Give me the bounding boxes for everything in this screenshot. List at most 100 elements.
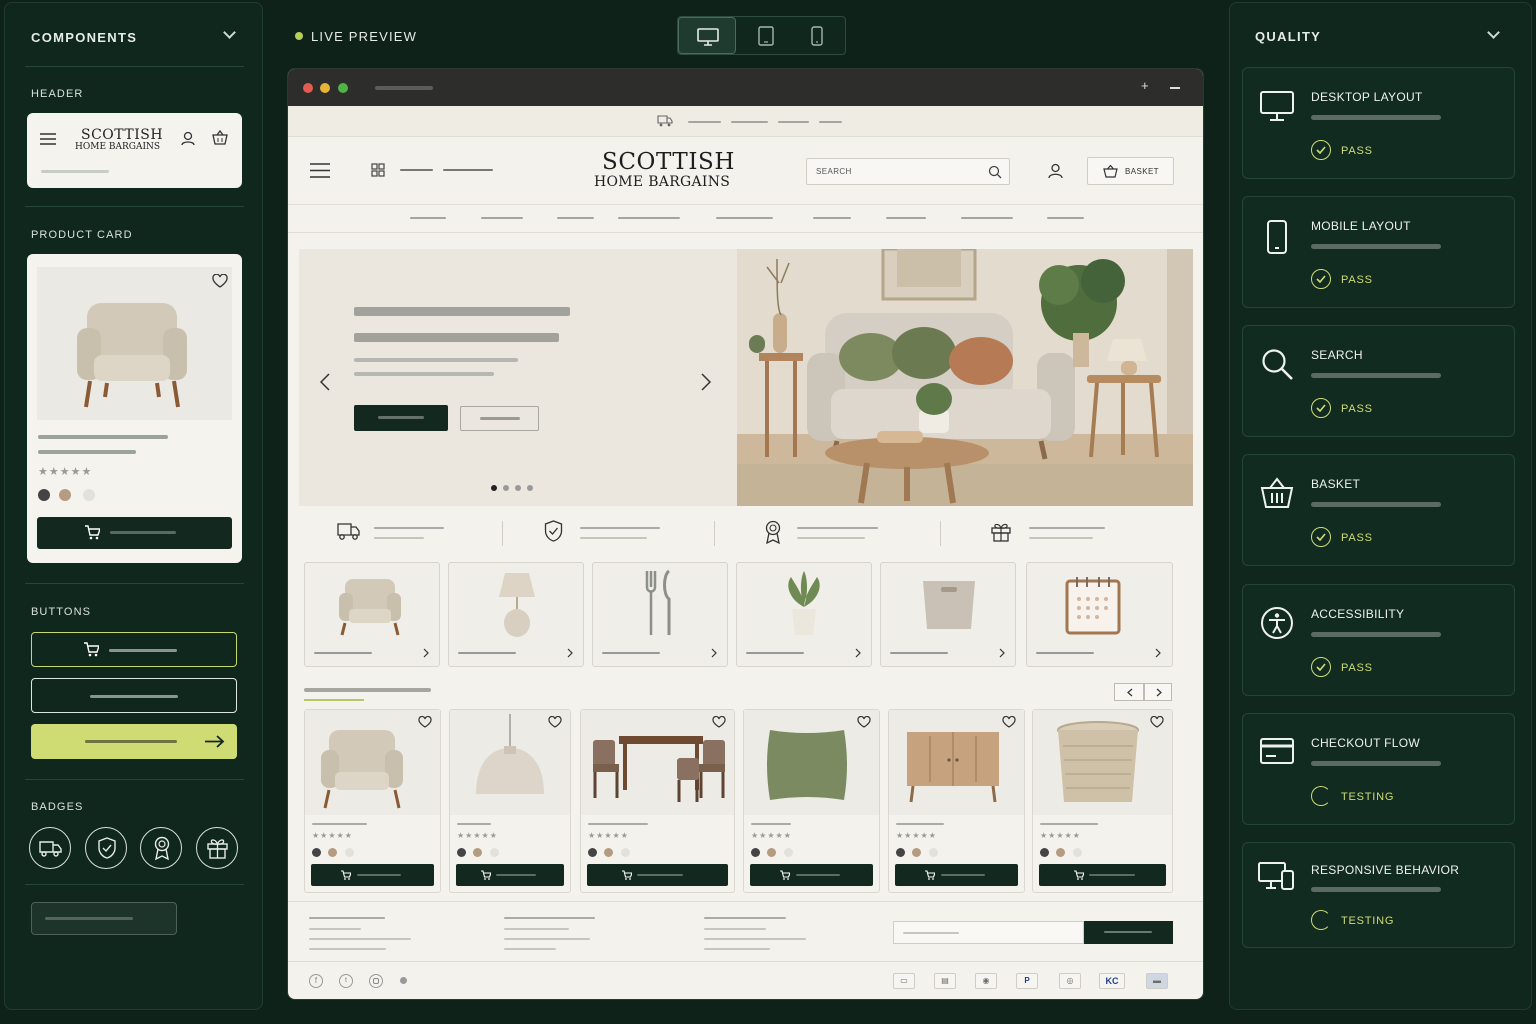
add-to-basket-button[interactable] <box>895 864 1018 886</box>
check-mobile-layout[interactable]: MOBILE LAYOUT PASS <box>1242 196 1515 308</box>
heart-icon[interactable] <box>857 716 871 728</box>
new-tab-icon[interactable]: + <box>1141 78 1149 93</box>
swatch-charcoal[interactable] <box>1040 848 1049 857</box>
facebook-icon[interactable]: f <box>309 974 323 988</box>
add-to-basket-button[interactable] <box>37 517 232 549</box>
instagram-icon[interactable] <box>369 974 383 988</box>
tablet-view-button[interactable] <box>748 17 784 54</box>
nav-category[interactable] <box>557 217 594 219</box>
nav-category[interactable] <box>813 217 851 219</box>
product-card[interactable]: ★★★★★ <box>580 709 735 893</box>
category-tile-storage[interactable] <box>880 562 1016 667</box>
nav-category[interactable] <box>716 217 773 219</box>
search-input[interactable]: SEARCH <box>806 158 1010 185</box>
quality-badge[interactable] <box>140 827 182 869</box>
swatch-cream[interactable] <box>83 489 95 501</box>
secondary-outline-button[interactable] <box>31 678 237 713</box>
swatch-tan[interactable] <box>604 848 613 857</box>
product-card[interactable]: ★★★★★ <box>1032 709 1173 893</box>
site-logo-line2[interactable]: HOME BARGAINS <box>594 174 730 190</box>
swatch-tan[interactable] <box>59 489 71 501</box>
swatch-cream[interactable] <box>1073 848 1082 857</box>
newsletter-submit-button[interactable] <box>1084 921 1173 944</box>
nav-category[interactable] <box>481 217 523 219</box>
heart-icon[interactable] <box>1002 716 1016 728</box>
check-basket[interactable]: BASKET PASS <box>1242 454 1515 566</box>
product-card[interactable]: ★★★★★ <box>304 709 441 893</box>
swatch-charcoal[interactable] <box>896 848 905 857</box>
carousel-dot[interactable] <box>515 485 521 491</box>
minimize-dot[interactable] <box>320 83 330 93</box>
swatch-tan[interactable] <box>1056 848 1065 857</box>
product-card[interactable]: ★★★★★ <box>449 709 571 893</box>
category-tile-kitchen[interactable] <box>592 562 728 667</box>
nav-category[interactable] <box>1047 217 1084 219</box>
carousel-dot[interactable] <box>527 485 533 491</box>
check-responsive-behavior[interactable]: RESPONSIVE BEHAVIOR TESTING <box>1242 842 1515 948</box>
add-to-basket-button[interactable] <box>587 864 728 886</box>
swatch-cream[interactable] <box>929 848 938 857</box>
nav-category[interactable] <box>886 217 926 219</box>
category-tile-calendars[interactable] <box>1026 562 1173 667</box>
pager-prev-button[interactable] <box>1114 683 1144 701</box>
swatch-charcoal[interactable] <box>588 848 597 857</box>
hero-secondary-button[interactable] <box>460 406 539 431</box>
pager-next-button[interactable] <box>1144 683 1172 701</box>
category-tile-chairs[interactable] <box>304 562 440 667</box>
product-card[interactable]: ★★★★★ <box>888 709 1025 893</box>
guarantee-badge[interactable] <box>85 827 127 869</box>
newsletter-email-input[interactable] <box>893 921 1084 944</box>
minimize-window-icon[interactable] <box>1170 87 1180 89</box>
check-accessibility[interactable]: ACCESSIBILITY PASS <box>1242 584 1515 696</box>
check-search[interactable]: SEARCH PASS <box>1242 325 1515 437</box>
swatch-tan[interactable] <box>473 848 482 857</box>
carousel-dot-active[interactable] <box>491 485 497 491</box>
search-icon[interactable] <box>988 165 1002 179</box>
product-card[interactable]: ★★★★★ <box>743 709 880 893</box>
carousel-next-icon[interactable] <box>701 373 711 391</box>
disabled-input-preview[interactable] <box>31 902 177 935</box>
social-more-icon[interactable] <box>400 977 407 984</box>
swatch-tan[interactable] <box>912 848 921 857</box>
swatch-cream[interactable] <box>490 848 499 857</box>
close-dot[interactable] <box>303 83 313 93</box>
header-component-preview[interactable]: SCOTTISH HOME BARGAINS <box>27 113 242 188</box>
swatch-cream[interactable] <box>621 848 630 857</box>
mobile-view-button[interactable] <box>800 17 834 54</box>
hamburger-menu-icon[interactable] <box>310 163 330 178</box>
swatch-cream[interactable] <box>345 848 354 857</box>
swatch-tan[interactable] <box>328 848 337 857</box>
maximize-dot[interactable] <box>338 83 348 93</box>
product-card-preview[interactable]: ★★★★★ <box>27 254 242 563</box>
add-to-basket-button[interactable] <box>1039 864 1166 886</box>
desktop-view-button[interactable] <box>678 17 736 54</box>
nav-category[interactable] <box>618 217 680 219</box>
category-tile-plants[interactable] <box>736 562 872 667</box>
add-to-basket-button[interactable] <box>311 864 434 886</box>
carousel-dot[interactable] <box>503 485 509 491</box>
primary-arrow-button[interactable] <box>31 724 237 759</box>
basket-button[interactable]: BASKET <box>1087 157 1174 185</box>
grid-categories-icon[interactable] <box>371 163 385 177</box>
site-logo-line1[interactable]: SCOTTISH <box>602 149 735 175</box>
heart-icon[interactable] <box>712 716 726 728</box>
carousel-prev-icon[interactable] <box>320 373 330 391</box>
nav-category[interactable] <box>961 217 1013 219</box>
swatch-charcoal[interactable] <box>312 848 321 857</box>
category-tile-lighting[interactable] <box>448 562 584 667</box>
heart-icon[interactable] <box>548 716 562 728</box>
heart-icon[interactable] <box>1150 716 1164 728</box>
heart-icon[interactable] <box>418 716 432 728</box>
swatch-charcoal[interactable] <box>38 489 50 501</box>
add-to-basket-button[interactable] <box>750 864 873 886</box>
hero-primary-button[interactable] <box>354 405 448 431</box>
swatch-charcoal[interactable] <box>457 848 466 857</box>
twitter-icon[interactable]: t <box>339 974 353 988</box>
nav-category[interactable] <box>410 217 446 219</box>
delivery-badge[interactable] <box>29 827 71 869</box>
cart-outline-button[interactable] <box>31 632 237 667</box>
check-desktop-layout[interactable]: DESKTOP LAYOUT PASS <box>1242 67 1515 179</box>
check-checkout-flow[interactable]: CHECKOUT FLOW TESTING <box>1242 713 1515 825</box>
swatch-charcoal[interactable] <box>751 848 760 857</box>
gift-badge[interactable] <box>196 827 238 869</box>
